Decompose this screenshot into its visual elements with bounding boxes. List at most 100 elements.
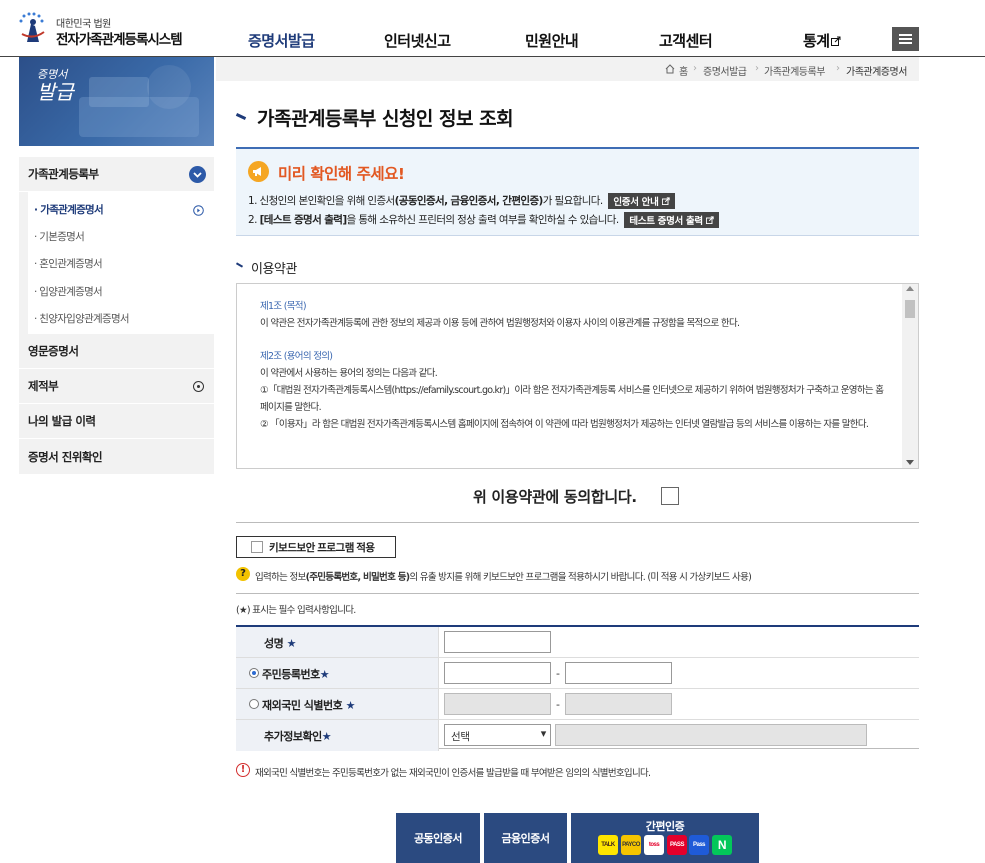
foreign-id-note: 재외국민 식별번호는 주민등록번호가 없는 재외국민이 인증서를 발급받을 때 … [255,768,651,779]
breadcrumb-separator: › [755,63,759,74]
extra-info-select[interactable]: 선택 [444,724,551,746]
form-row-name: 성명 ★ [236,627,919,658]
agree-checkbox[interactable] [661,487,679,505]
foreign-id-first-input[interactable] [444,693,551,715]
extra-info-input[interactable] [555,724,867,746]
scrollbar-thumb[interactable] [905,300,915,318]
sidebar-group-verify[interactable]: 증명서 진위확인 [19,439,214,475]
pass-app-icon: Pass [689,835,709,855]
notice-emphasis: (공동인증서, 금융인증서, 간편인증) [394,195,544,207]
breadcrumb: 홈 › 증명서발급 › 가족관계등록부 › 가족관계증명서 [216,57,919,81]
simple-auth-button[interactable]: 간편인증 TALK PAYCO toss PASS Pass N [571,813,759,863]
joint-certificate-button[interactable]: 공동인증서 [396,813,480,863]
divider [236,522,919,523]
title-bullet-icon [235,113,247,120]
applicant-form: 성명 ★ 주민등록번호★ - 재외국민 식별번호 ★ - 추가정보확인★ 선택 [236,625,919,751]
terms-scrollbar[interactable] [902,284,918,468]
test-print-button[interactable]: 테스트 증명서 출력 [624,212,719,228]
terms-content: 제1조 (목적) 이 약관은 전자가족관계등록에 관한 정보의 제공과 이용 등… [260,298,890,433]
breadcrumb-current: 가족관계증명서 [846,67,907,78]
info-text: 의 유출 방지를 위해 키보드보안 프로그램을 적용하시기 바랍니다. (미 적… [409,572,752,583]
scroll-up-icon[interactable] [906,286,914,291]
notice-title: 미리 확인해 주세요! [278,165,405,183]
simple-auth-label: 간편인증 [645,821,685,833]
financial-certificate-label: 금융인증서 [501,833,550,845]
terms-scrollbox[interactable]: 제1조 (목적) 이 약관은 전자가족관계등록에 관한 정보의 제공과 이용 등… [236,283,919,469]
sidebar-group-history[interactable]: 나의 발급 이력 [19,404,214,439]
logo-title: 전자가족관계등록시스템 [56,32,183,48]
nav-statistics[interactable]: 통계 [803,30,841,51]
sidebar-item-marriage[interactable]: · 혼인관계증명서 [34,256,103,271]
external-link-icon [661,197,670,206]
nav-civil-guide[interactable]: 민원안내 [525,30,579,51]
form-label-cell: 재외국민 식별번호 ★ [236,689,439,719]
foreign-id-second-input[interactable] [565,693,672,715]
external-link-icon [830,36,841,46]
keyboard-security-button[interactable]: 키보드보안 프로그램 적용 [236,536,396,558]
sidebar-banner: 증명서 발급 [19,57,214,146]
nav-certificate-issue[interactable]: 증명서발급 [248,30,315,51]
toss-icon: toss [644,835,664,855]
name-input[interactable] [444,631,551,653]
site-logo[interactable]: 대한민국 법원 전자가족관계등록시스템 [18,12,198,48]
breadcrumb-separator: › [836,63,840,74]
rrn-first-input[interactable] [444,662,551,684]
breadcrumb-issue[interactable]: 증명서발급 [703,63,747,78]
rrn-radio[interactable] [249,668,259,678]
foreign-id-label: 재외국민 식별번호 [262,699,343,712]
breadcrumb-home[interactable]: 홈 [679,63,688,78]
sidebar-group-family-register[interactable]: 가족관계등록부 [19,157,214,192]
terms-article-title: 제2조 (용어의 정의) [260,351,333,362]
notice-text: 을 통해 소유하신 프린터의 정상 출력 여부를 확인하실 수 있습니다. [346,214,620,226]
sidebar-item-family-relation[interactable]: · 가족관계증명서 [34,202,104,217]
keyboard-info-text: 입력하는 정보(주민등록번호, 비밀번호 등)의 유출 방지를 위해 키보드보안… [255,569,752,583]
rrn-second-input[interactable] [565,662,672,684]
info-emphasis: (주민등록번호, 비밀번호 등) [305,572,411,583]
terms-article-body: 이 약관에서 사용하는 용어의 정의는 다음과 같다. [260,368,438,379]
financial-certificate-button[interactable]: 금융인증서 [484,813,567,863]
banner-line-2: 발급 [37,80,74,105]
scroll-down-icon[interactable] [906,460,914,465]
chevron-down-icon [189,166,206,183]
form-row-extra: 추가정보확인★ 선택 [236,720,919,751]
banner-title: 증명서 발급 [37,68,74,105]
foreign-id-dash: - [556,698,560,711]
cert-guide-button[interactable]: 인증서 안내 [608,193,675,209]
breadcrumb-separator: › [693,63,697,74]
pass-icon: PASS [667,835,687,855]
nav-customer-center[interactable]: 고객센터 [659,30,713,51]
sidebar-group-label: 나의 발급 이력 [28,414,96,428]
sidebar-item-full-adoption[interactable]: · 친양자입양관계증명서 [34,311,130,326]
notice-text: 2. [248,214,260,226]
rrn-label: 주민등록번호 [262,668,320,681]
sidebar-group-label: 영문증명서 [28,344,79,358]
name-label: 성명 [264,637,284,650]
foreign-id-radio[interactable] [249,699,259,709]
hamburger-menu-button[interactable] [892,27,919,51]
warning-icon: ! [236,763,250,777]
extra-info-select-value: 선택 [451,731,470,743]
form-label-cell: 주민등록번호★ [236,658,439,688]
terms-article-body: 이 약관은 전자가족관계등록에 관한 정보의 제공과 이용 등에 관하여 법원행… [260,318,740,329]
keyboard-security-label: 키보드보안 프로그램 적용 [269,541,375,554]
sidebar-group-label: 증명서 진위확인 [28,449,103,464]
question-icon: ? [236,567,250,581]
nav-statistics-label: 통계 [803,32,830,50]
sidebar-group-english[interactable]: 영문증명서 [19,334,214,369]
keyboard-security-checkbox[interactable] [251,541,263,553]
court-emblem-icon [19,12,45,42]
page-title: 가족관계등록부 신청인 정보 조회 [257,108,514,130]
page-root: 대한민국 법원 전자가족관계등록시스템 증명서발급 인터넷신고 민원안내 고객센… [0,0,985,863]
required-star-icon: ★ [286,637,297,650]
sidebar-item-adoption[interactable]: · 입양관계증명서 [34,284,103,299]
nav-internet-report[interactable]: 인터넷신고 [384,30,451,51]
required-star-icon: ★ [321,730,332,743]
notice-box: 미리 확인해 주세요! 1. 신청인의 본인확인을 위해 인증서(공동인증서, … [236,147,919,236]
notice-text: 1. 신청인의 본인확인을 위해 인증서 [248,195,395,207]
terms-heading: 이용약관 [251,262,297,277]
required-note: (★) 표시는 필수 입력사항입니다. [236,605,356,616]
sidebar-item-basic[interactable]: · 기본증명서 [34,229,85,244]
sidebar-group-removed-register[interactable]: 제적부 [19,369,214,404]
form-label-cell: 추가정보확인★ [236,720,439,751]
breadcrumb-register[interactable]: 가족관계등록부 [764,63,825,78]
